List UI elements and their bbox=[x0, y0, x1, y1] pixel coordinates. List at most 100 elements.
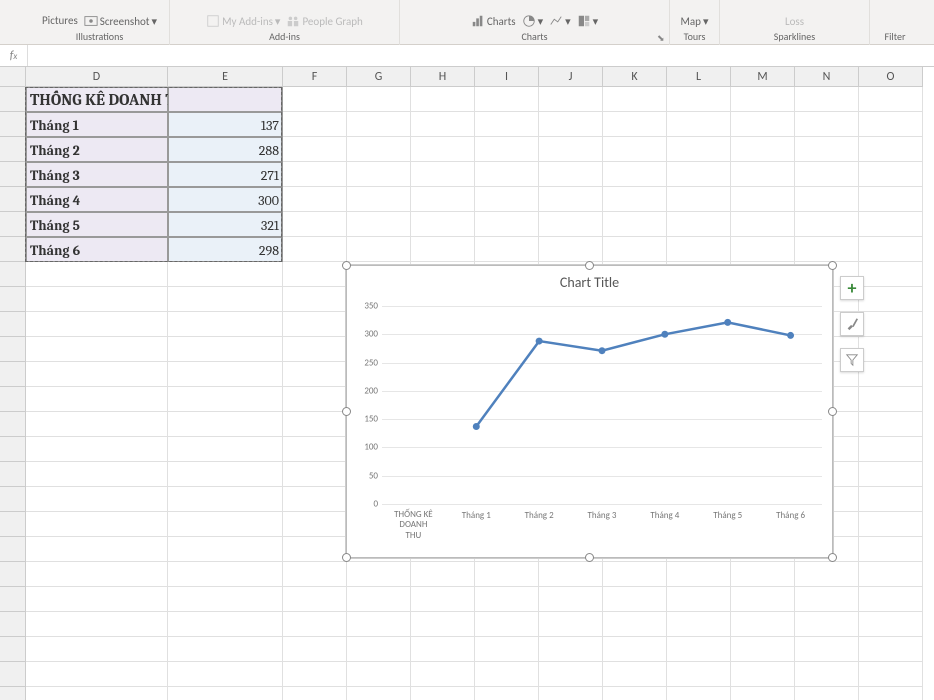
cell[interactable] bbox=[26, 412, 168, 437]
cell[interactable] bbox=[283, 362, 347, 387]
cell[interactable] bbox=[859, 312, 923, 337]
cell[interactable] bbox=[283, 437, 347, 462]
cell[interactable] bbox=[539, 187, 603, 212]
cell[interactable] bbox=[667, 587, 731, 612]
resize-handle-ne[interactable] bbox=[828, 261, 837, 270]
cell[interactable] bbox=[667, 662, 731, 687]
cell[interactable] bbox=[347, 562, 411, 587]
row-header[interactable] bbox=[0, 237, 26, 262]
cell[interactable] bbox=[859, 412, 923, 437]
cell[interactable] bbox=[283, 387, 347, 412]
cell[interactable] bbox=[168, 262, 283, 287]
col-header-M[interactable]: M bbox=[731, 67, 795, 87]
cell[interactable] bbox=[539, 687, 603, 700]
my-addins-button[interactable]: My Add-ins▾ bbox=[206, 14, 280, 28]
col-header-J[interactable]: J bbox=[539, 67, 603, 87]
cell[interactable] bbox=[283, 212, 347, 237]
cell[interactable] bbox=[168, 537, 283, 562]
cell[interactable]: 321 bbox=[168, 212, 283, 237]
cell[interactable] bbox=[667, 212, 731, 237]
row-header[interactable] bbox=[0, 487, 26, 512]
cell[interactable] bbox=[603, 162, 667, 187]
cell[interactable] bbox=[475, 562, 539, 587]
resize-handle-e[interactable] bbox=[828, 407, 837, 416]
cell[interactable] bbox=[859, 137, 923, 162]
cell[interactable] bbox=[411, 662, 475, 687]
cell[interactable]: Tháng 6 bbox=[26, 237, 168, 262]
cell[interactable] bbox=[26, 387, 168, 412]
resize-handle-s[interactable] bbox=[585, 553, 594, 562]
cell[interactable] bbox=[731, 187, 795, 212]
cell[interactable] bbox=[475, 87, 539, 112]
cell[interactable] bbox=[475, 112, 539, 137]
cell[interactable] bbox=[26, 362, 168, 387]
col-header-I[interactable]: I bbox=[475, 67, 539, 87]
col-header-N[interactable]: N bbox=[795, 67, 859, 87]
cell[interactable]: 288 bbox=[168, 137, 283, 162]
cell[interactable]: THỐNG KÊ DOANH THU bbox=[26, 87, 168, 112]
cell[interactable] bbox=[603, 212, 667, 237]
cell[interactable] bbox=[283, 187, 347, 212]
col-header-D[interactable]: D bbox=[26, 67, 168, 87]
cell[interactable] bbox=[283, 612, 347, 637]
col-header-L[interactable]: L bbox=[667, 67, 731, 87]
row-header[interactable] bbox=[0, 362, 26, 387]
cell[interactable] bbox=[26, 312, 168, 337]
cell[interactable] bbox=[859, 387, 923, 412]
cell[interactable] bbox=[795, 112, 859, 137]
cell[interactable] bbox=[859, 187, 923, 212]
col-header-H[interactable]: H bbox=[411, 67, 475, 87]
chart-filters-button[interactable] bbox=[840, 348, 864, 372]
people-graph-button[interactable]: People Graph bbox=[286, 14, 362, 28]
cell[interactable] bbox=[539, 162, 603, 187]
map-button[interactable]: Map▾ bbox=[681, 15, 709, 28]
cell[interactable] bbox=[539, 612, 603, 637]
cell[interactable] bbox=[667, 637, 731, 662]
cell[interactable] bbox=[859, 262, 923, 287]
cell[interactable] bbox=[168, 687, 283, 700]
cell[interactable] bbox=[283, 337, 347, 362]
cell[interactable] bbox=[795, 662, 859, 687]
cell[interactable] bbox=[411, 562, 475, 587]
cell[interactable] bbox=[475, 212, 539, 237]
cell[interactable] bbox=[795, 612, 859, 637]
cell[interactable]: Tháng 1 bbox=[26, 112, 168, 137]
select-all-corner[interactable] bbox=[0, 67, 26, 87]
cell[interactable] bbox=[795, 687, 859, 700]
cell[interactable] bbox=[168, 337, 283, 362]
cell[interactable] bbox=[168, 437, 283, 462]
row-header[interactable] bbox=[0, 162, 26, 187]
cell[interactable] bbox=[283, 87, 347, 112]
cell[interactable] bbox=[347, 112, 411, 137]
cell[interactable] bbox=[475, 662, 539, 687]
cell[interactable] bbox=[603, 237, 667, 262]
cell[interactable] bbox=[795, 137, 859, 162]
col-header-F[interactable]: F bbox=[283, 67, 347, 87]
cell[interactable] bbox=[283, 287, 347, 312]
cell[interactable] bbox=[539, 562, 603, 587]
cell[interactable] bbox=[411, 212, 475, 237]
cell[interactable] bbox=[667, 162, 731, 187]
row-header[interactable] bbox=[0, 112, 26, 137]
cell[interactable]: Tháng 5 bbox=[26, 212, 168, 237]
charts-button[interactable]: Charts bbox=[471, 14, 516, 28]
cell[interactable] bbox=[168, 587, 283, 612]
cell[interactable] bbox=[731, 87, 795, 112]
row-header[interactable] bbox=[0, 387, 26, 412]
cell[interactable] bbox=[283, 687, 347, 700]
cell[interactable] bbox=[411, 687, 475, 700]
cell[interactable] bbox=[168, 387, 283, 412]
cell[interactable] bbox=[283, 237, 347, 262]
cell[interactable] bbox=[859, 337, 923, 362]
cell[interactable] bbox=[859, 687, 923, 700]
cell[interactable] bbox=[859, 437, 923, 462]
cell[interactable] bbox=[539, 237, 603, 262]
row-header[interactable] bbox=[0, 687, 26, 700]
cell[interactable] bbox=[475, 637, 539, 662]
cell[interactable] bbox=[411, 112, 475, 137]
cell[interactable]: 137 bbox=[168, 112, 283, 137]
cell[interactable] bbox=[859, 362, 923, 387]
cell[interactable] bbox=[168, 512, 283, 537]
cell[interactable] bbox=[411, 237, 475, 262]
cell[interactable] bbox=[859, 487, 923, 512]
